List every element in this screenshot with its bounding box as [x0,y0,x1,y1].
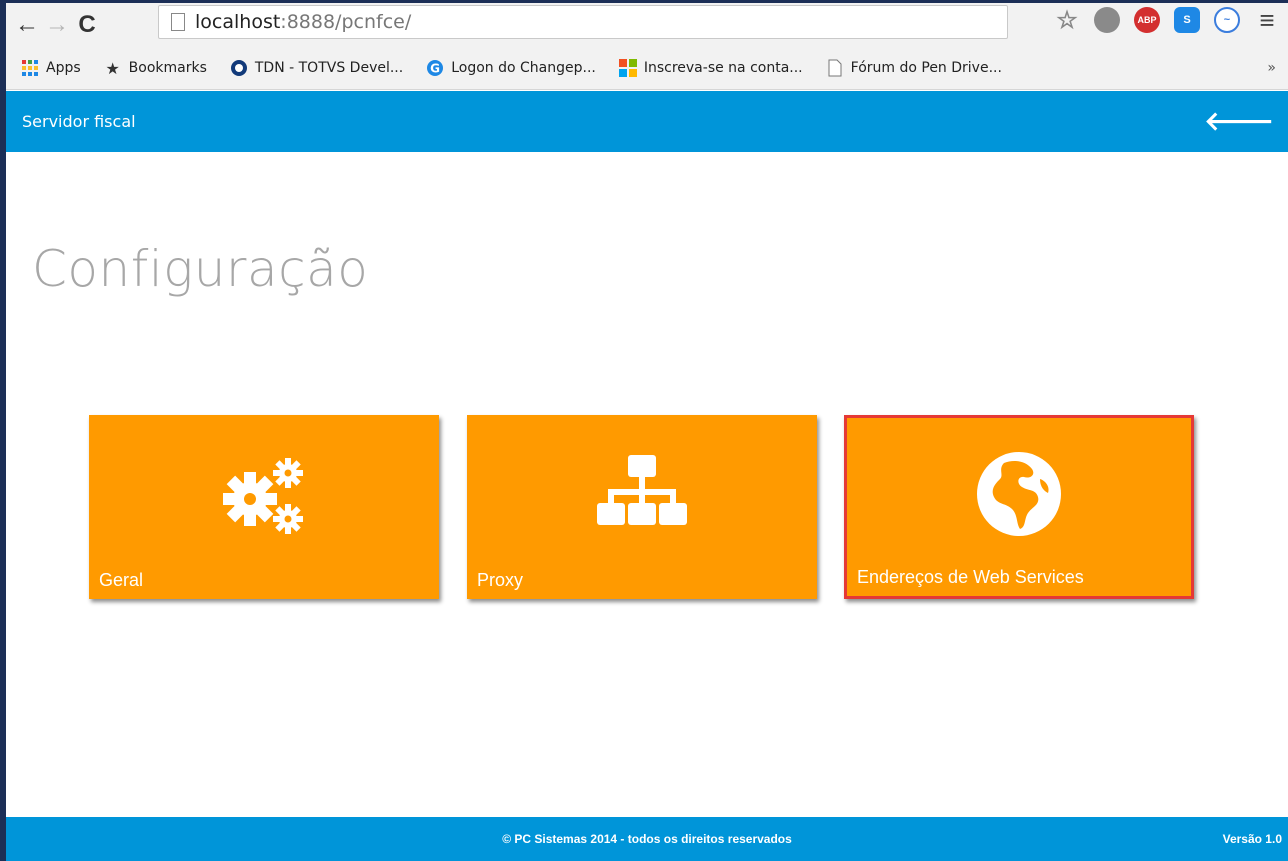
g-logo-icon: G [425,58,445,78]
app-title: Servidor fiscal [22,112,136,131]
bookmark-label: Inscreva-se na conta... [643,60,803,76]
bookmarks-overflow-icon[interactable]: » [1267,60,1276,76]
svg-text:G: G [430,62,440,76]
bookmark-apps[interactable]: Apps [20,58,81,78]
address-bar[interactable]: localhost:8888/pcnfce/ [158,5,1008,39]
bookmark-inscreva[interactable]: Inscreva-se na conta... [618,58,803,78]
tile-proxy[interactable]: Proxy [467,415,817,599]
skype-icon[interactable]: S [1174,7,1200,33]
bookmark-forum[interactable]: Fórum do Pen Drive... [825,58,1002,78]
gears-icon [214,449,314,546]
forward-button[interactable]: → [42,10,72,40]
page-icon [171,13,185,31]
extension-icons: ☆ ABP S ~ ≡ [1054,5,1280,35]
url-host: localhost [195,11,281,33]
tile-geral[interactable]: Geral [89,415,439,599]
bookmark-tdn[interactable]: TDN - TOTVS Devel... [229,58,403,78]
sync-icon[interactable]: ~ [1214,7,1240,33]
back-arrow-icon[interactable]: 🡐 [1204,106,1274,137]
menu-icon[interactable]: ≡ [1254,5,1280,35]
apps-grid-icon [20,58,40,78]
sitemap-icon [592,449,692,544]
circle-logo-icon [229,58,249,78]
bookmarks-bar: Apps ★ Bookmarks TDN - TOTVS Devel... G … [6,47,1288,90]
url-path: :8888/pcnfce/ [280,11,412,33]
tile-label: Geral [99,570,144,590]
bookmark-label: Apps [46,60,81,76]
globe-icon [974,449,1064,544]
bookmark-label: TDN - TOTVS Devel... [254,60,404,76]
bookmark-label: Logon do Changep... [451,60,596,76]
extension-globe-icon[interactable] [1094,7,1120,33]
footer-copyright: © PC Sistemas 2014 - todos os direitos r… [502,832,792,846]
app-header: Servidor fiscal 🡐 [6,91,1288,152]
footer: © PC Sistemas 2014 - todos os direitos r… [6,817,1288,861]
browser-toolbar: ← → C localhost:8888/pcnfce/ ☆ ABP S ~ ≡ [6,3,1288,47]
page-icon [825,58,845,78]
bookmark-star-icon[interactable]: ☆ [1054,7,1080,34]
bookmark-changep[interactable]: G Logon do Changep... [425,58,596,78]
back-button[interactable]: ← [12,10,42,40]
bookmark-bookmarks[interactable]: ★ Bookmarks [103,58,207,78]
tile-label: Proxy [477,570,524,590]
reload-button[interactable]: C [72,10,102,40]
page-title: Configuração [32,240,369,298]
footer-version: Versão 1.0 [1222,832,1282,846]
bookmark-label: Fórum do Pen Drive... [850,60,1002,76]
star-icon: ★ [105,58,120,78]
tile-label: Endereços de Web Services [857,567,1084,587]
adblock-icon[interactable]: ABP [1134,7,1160,33]
bookmark-label: Bookmarks [128,60,207,76]
tile-web-services[interactable]: Endereços de Web Services [844,415,1194,599]
windows-logo-icon [618,58,638,78]
